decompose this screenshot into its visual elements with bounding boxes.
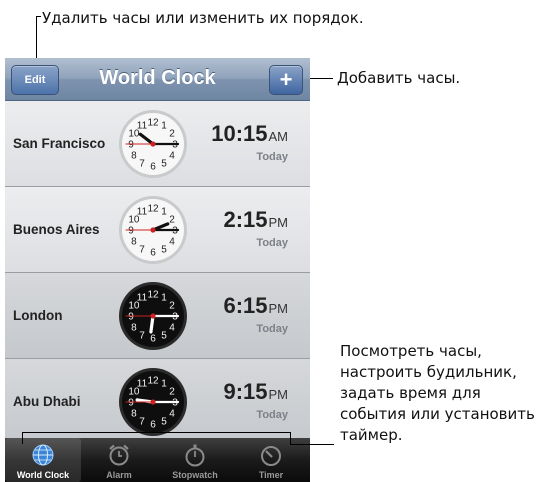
svg-text:11: 11	[137, 378, 148, 389]
tabs-callout-line: задать время для	[340, 384, 481, 402]
svg-text:2: 2	[169, 215, 175, 226]
svg-text:5: 5	[161, 417, 167, 428]
edit-callout: Удалить часы или изменить их порядок.	[42, 9, 364, 27]
navigation-bar: Edit World Clock +	[5, 58, 310, 101]
svg-text:8: 8	[131, 409, 137, 420]
analog-clock-icon: 123456789101112	[119, 282, 187, 350]
globe-icon	[32, 444, 54, 466]
svg-text:12: 12	[147, 290, 159, 301]
svg-text:7: 7	[139, 245, 145, 256]
svg-text:12: 12	[147, 204, 159, 215]
day-label: Today	[256, 409, 288, 421]
tabs-callout-line: настроить будильник,	[340, 363, 517, 381]
tab-label: Alarm	[106, 470, 132, 480]
svg-text:9: 9	[128, 140, 134, 151]
stopwatch-icon	[185, 444, 205, 467]
page-title: World Clock	[99, 67, 216, 89]
city-name: San Francisco	[13, 136, 106, 151]
tab-label: World Clock	[16, 470, 70, 480]
svg-text:4: 4	[169, 323, 175, 334]
svg-text:1: 1	[161, 120, 167, 131]
svg-text:1: 1	[161, 378, 167, 389]
svg-text:8: 8	[131, 237, 137, 248]
svg-text:7: 7	[139, 331, 145, 342]
svg-text:2: 2	[169, 387, 175, 398]
digital-time: 2:15PM	[223, 207, 288, 232]
svg-text:2: 2	[169, 129, 175, 140]
svg-text:4: 4	[169, 151, 175, 162]
day-label: Today	[256, 237, 288, 249]
city-name: Buenos Aires	[13, 222, 100, 237]
tab-world-clock[interactable]: World Clock	[5, 438, 81, 482]
svg-text:1: 1	[161, 206, 167, 217]
tabs-callout: Посмотреть часы, настроить будильник, за…	[340, 341, 535, 446]
edit-callout-leader-tip	[36, 16, 41, 17]
timer-icon	[261, 446, 281, 466]
svg-text:12: 12	[147, 376, 159, 387]
day-label: Today	[256, 323, 288, 335]
svg-text:6: 6	[150, 420, 156, 431]
tabs-callout-leader-tail	[290, 444, 334, 445]
add-callout: Добавить часы.	[337, 69, 461, 87]
city-name: London	[13, 308, 63, 323]
svg-text:8: 8	[131, 323, 137, 334]
digital-time: 10:15AM	[211, 121, 288, 146]
world-clock-screen: Edit World Clock + San Francisco 1234567…	[5, 58, 310, 482]
svg-text:11: 11	[137, 292, 148, 303]
svg-text:9: 9	[128, 398, 134, 409]
tabs-callout-line: Посмотреть часы,	[340, 342, 482, 360]
tabs-callout-leader-right	[290, 432, 291, 444]
svg-text:9: 9	[128, 312, 134, 323]
digital-time: 9:15PM	[223, 379, 288, 404]
analog-clock-icon: 123456789101112	[119, 196, 187, 264]
tabs-callout-line: события или установить	[340, 405, 535, 423]
svg-text:5: 5	[161, 245, 167, 256]
svg-text:5: 5	[161, 331, 167, 342]
svg-text:6: 6	[150, 162, 156, 173]
day-label: Today	[256, 151, 288, 163]
svg-text:9: 9	[128, 226, 134, 237]
svg-text:4: 4	[169, 409, 175, 420]
tab-bar: World Clock Alarm Stopwatch Timer	[5, 438, 310, 482]
svg-text:6: 6	[150, 248, 156, 259]
tabs-callout-line: таймер.	[340, 426, 403, 444]
analog-clock-icon: 123456789101112	[119, 110, 187, 178]
clock-list: San Francisco 123456789101112 10:15AM To…	[5, 101, 310, 445]
clock-row[interactable]: Buenos Aires 123456789101112 2:15PM Toda…	[5, 187, 310, 273]
tab-label: Timer	[258, 470, 284, 480]
svg-text:11: 11	[137, 206, 148, 217]
add-clock-button[interactable]: +	[269, 65, 303, 95]
svg-text:7: 7	[139, 417, 145, 428]
svg-text:7: 7	[139, 159, 145, 170]
clock-row[interactable]: London 123456789101112 6:15PM Today	[5, 273, 310, 359]
clock-row[interactable]: San Francisco 123456789101112 10:15AM To…	[5, 101, 310, 187]
svg-text:5: 5	[161, 159, 167, 170]
analog-clock-icon: 123456789101112	[119, 368, 187, 436]
svg-text:12: 12	[147, 118, 159, 129]
svg-text:8: 8	[131, 151, 137, 162]
svg-text:4: 4	[169, 237, 175, 248]
tab-label: Stopwatch	[172, 470, 218, 480]
tabs-callout-leader-bar	[22, 432, 290, 433]
svg-text:2: 2	[169, 301, 175, 312]
tab-alarm[interactable]: Alarm	[81, 438, 157, 482]
svg-text:1: 1	[161, 292, 167, 303]
svg-text:11: 11	[137, 120, 148, 131]
tab-stopwatch[interactable]: Stopwatch	[157, 438, 233, 482]
tabs-callout-leader-left	[22, 432, 23, 444]
svg-text:6: 6	[150, 334, 156, 345]
digital-time: 6:15PM	[223, 293, 288, 318]
alarm-clock-icon	[109, 444, 129, 466]
